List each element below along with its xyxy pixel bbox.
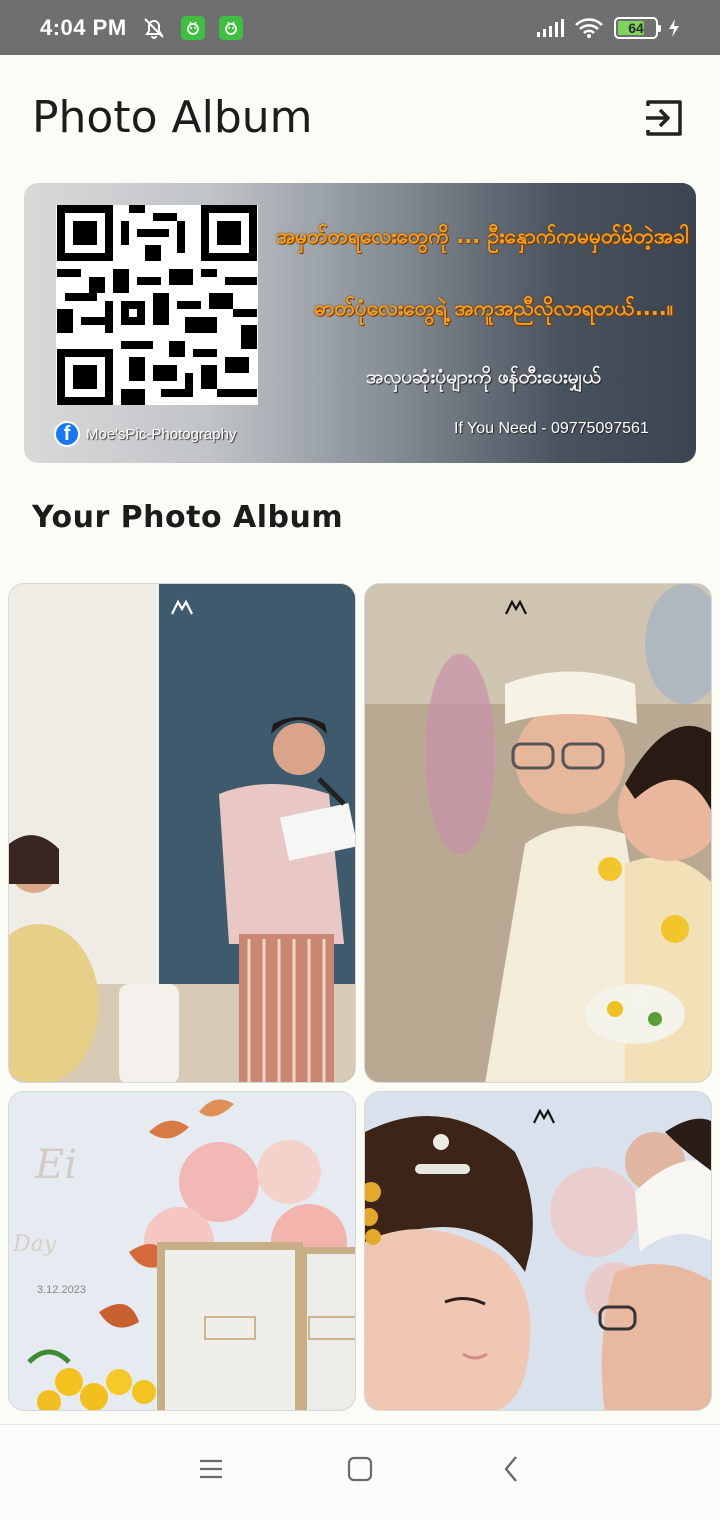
photo-2-scene: [365, 584, 711, 1082]
facebook-page-name: Moe'sPic-Photography: [86, 425, 237, 443]
logout-button[interactable]: [636, 94, 692, 146]
photo-thumbnail[interactable]: [8, 583, 356, 1083]
photo-thumbnail[interactable]: [364, 1091, 712, 1411]
status-right: 64: [536, 16, 680, 39]
photo-3-scene: [9, 1092, 355, 1410]
banner-tagline-2: ဓာတ်ပုံလေးတွေရဲ့ အကူအညီလိုလာရတယ်....။: [314, 296, 674, 320]
signal-icon: [536, 18, 564, 38]
banner-tagline-1: အမှတ်တရလေးတွေကို ... ဦးနှောက်ကမမှတ်မိတဲ့…: [276, 224, 689, 248]
card-date-text: 3.12.2023: [37, 1284, 86, 1296]
status-bar: 4:04 PM 64: [0, 0, 720, 55]
logout-icon: [644, 98, 684, 143]
facebook-page-link[interactable]: f Moe'sPic-Photography: [54, 421, 236, 447]
watermark-logo: [171, 599, 193, 615]
home-button[interactable]: [335, 1448, 385, 1494]
battery-icon: 64: [614, 16, 661, 39]
menu-icon: [198, 1458, 224, 1485]
promo-banner[interactable]: အမှတ်တရလေးတွေကို ... ဦးနှောက်ကမမှတ်မိတဲ့…: [24, 183, 696, 463]
photo-thumbnail[interactable]: [364, 583, 712, 1083]
battery-level: 64: [628, 19, 644, 36]
banner-contact: If You Need - 09775097561: [454, 420, 649, 437]
recent-apps-button[interactable]: [186, 1448, 236, 1494]
charging-icon: [668, 18, 680, 38]
wifi-icon: [574, 17, 604, 39]
facebook-icon: f: [54, 421, 80, 447]
app-notification-icon: [218, 15, 243, 40]
status-left: 4:04 PM: [40, 15, 243, 41]
photo-thumbnail[interactable]: Ei Day 3.12.2023: [8, 1091, 356, 1411]
card-script-text: Ei: [35, 1142, 77, 1188]
back-button[interactable]: [486, 1448, 536, 1494]
qr-code: [56, 205, 258, 405]
photo-1-scene: [9, 584, 355, 1082]
alarm-off-icon: [141, 16, 167, 40]
watermark-logo: [505, 599, 527, 615]
watermark-logo: [533, 1108, 555, 1124]
card-day-text: Day: [13, 1232, 57, 1257]
app-notification-icon: [180, 15, 205, 40]
home-icon: [347, 1456, 373, 1487]
back-icon: [502, 1455, 520, 1488]
page-title: Photo Album: [32, 92, 313, 143]
section-title: Your Photo Album: [32, 500, 344, 535]
photo-4-scene: [365, 1092, 711, 1410]
status-time: 4:04 PM: [40, 14, 127, 40]
banner-tagline-3: အလှပဆုံးပုံများကို ဖန်တီးပေးမျှယ်: [366, 366, 601, 388]
